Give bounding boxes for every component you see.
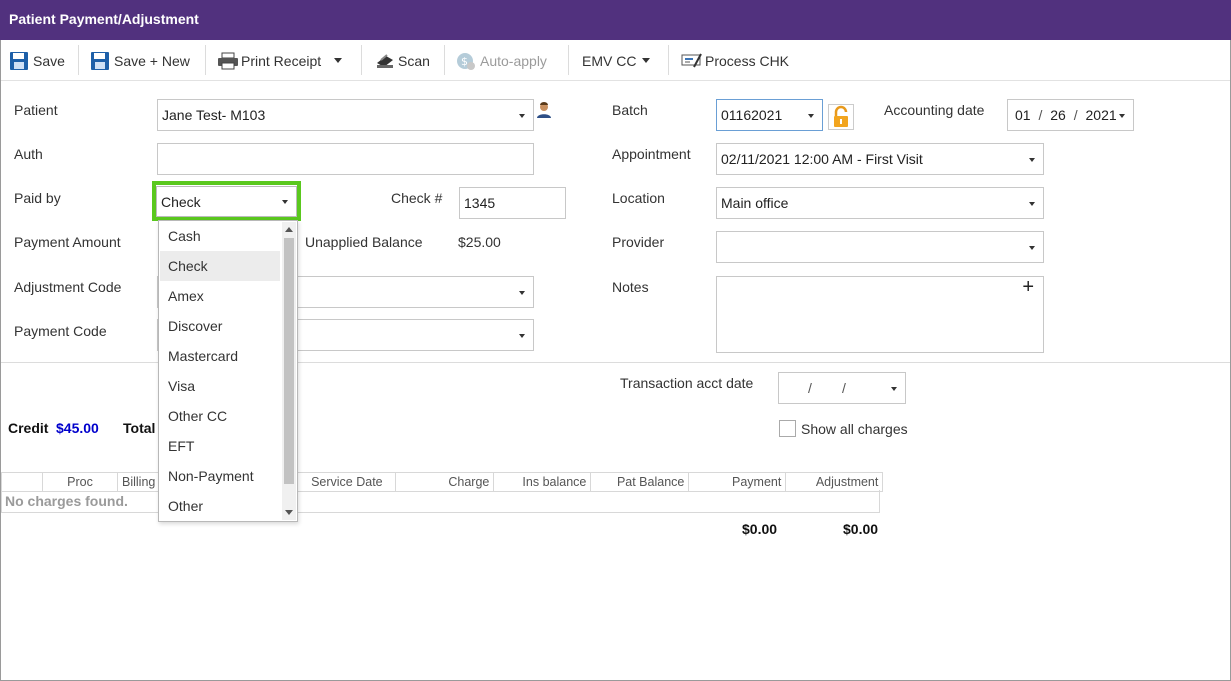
option-eft[interactable]: EFT	[160, 431, 280, 461]
option-non-payment[interactable]: Non-Payment	[160, 461, 280, 491]
column-header[interactable]: Proc	[42, 472, 118, 492]
option-amex[interactable]: Amex	[160, 281, 280, 311]
unapplied-balance-label: Unapplied Balance	[305, 234, 423, 250]
save-icon	[9, 51, 29, 71]
paid-by-label: Paid by	[14, 190, 61, 206]
save-icon	[90, 51, 110, 71]
check-number-input[interactable]: 1345	[459, 187, 566, 219]
person-icon[interactable]	[535, 101, 553, 122]
column-header[interactable]: Pat Balance	[590, 472, 690, 492]
scroll-down-icon[interactable]	[285, 510, 293, 515]
provider-label: Provider	[612, 234, 665, 250]
credit-value: $45.00	[56, 420, 99, 436]
dropdown-scrollbar[interactable]	[282, 222, 296, 520]
option-discover[interactable]: Discover	[160, 311, 280, 341]
chevron-down-icon	[1119, 114, 1125, 118]
column-header[interactable]: Billing	[116, 472, 161, 492]
emv-cc-button[interactable]: EMV CC	[582, 40, 636, 81]
print-options-dropdown[interactable]	[334, 40, 342, 81]
save-button[interactable]: Save	[9, 40, 65, 81]
patient-select[interactable]: Jane Test- M103	[157, 99, 534, 131]
process-check-icon	[681, 51, 702, 71]
paid-by-select[interactable]: Check	[156, 186, 297, 217]
total-label: Total	[123, 420, 156, 436]
option-other[interactable]: Other	[160, 491, 280, 521]
chevron-down-icon	[519, 291, 525, 295]
scroll-up-icon[interactable]	[285, 227, 293, 232]
chevron-down-icon	[1029, 158, 1035, 162]
column-header[interactable]	[1, 472, 43, 492]
location-label: Location	[612, 190, 665, 206]
emv-cc-dropdown[interactable]	[642, 40, 650, 81]
no-charges-message: No charges found.	[1, 490, 880, 513]
option-cash[interactable]: Cash	[160, 221, 280, 251]
provider-select[interactable]	[716, 231, 1044, 263]
chevron-down-icon	[1029, 202, 1035, 206]
accounting-date-label: Accounting date	[884, 102, 985, 118]
process-chk-button[interactable]: Process CHK	[681, 40, 789, 81]
location-select[interactable]: Main office	[716, 187, 1044, 219]
column-header[interactable]: Ins balance	[493, 472, 592, 492]
column-header[interactable]: Payment	[688, 472, 787, 492]
scan-icon	[374, 51, 394, 71]
appointment-select[interactable]: 02/11/2021 12:00 AM - First Visit	[716, 143, 1044, 175]
charges-table: Proc Billing Service Date Charge Ins bal…	[1, 472, 884, 492]
paid-by-dropdown-list: Cash Check Amex Discover Mastercard Visa…	[158, 220, 298, 522]
batch-select[interactable]: 01162021	[716, 99, 823, 131]
option-check[interactable]: Check	[160, 251, 280, 281]
unapplied-balance-value: $25.00	[458, 234, 501, 250]
lock-icon[interactable]	[828, 104, 854, 130]
payment-total: $0.00	[742, 521, 778, 537]
toolbar: Save Save + New Print Receipt Scan $ Aut…	[1, 40, 1230, 81]
show-all-charges-checkbox[interactable]	[779, 420, 796, 437]
chevron-down-icon	[519, 334, 525, 338]
chevron-down-icon	[642, 58, 650, 63]
print-icon	[217, 51, 238, 71]
auto-apply-button[interactable]: $ Auto-apply	[456, 40, 547, 81]
option-visa[interactable]: Visa	[160, 371, 280, 401]
transaction-acct-date-picker[interactable]: / /	[778, 372, 906, 404]
accounting-date-picker[interactable]: 01 / 26 / 2021	[1007, 99, 1134, 131]
check-number-label: Check #	[391, 190, 443, 206]
option-mastercard[interactable]: Mastercard	[160, 341, 280, 371]
show-all-charges-label: Show all charges	[801, 421, 908, 437]
scan-button[interactable]: Scan	[374, 40, 430, 81]
chevron-down-icon	[519, 114, 525, 118]
chevron-down-icon	[808, 114, 814, 118]
patient-label: Patient	[14, 102, 58, 118]
appointment-label: Appointment	[612, 146, 691, 162]
option-other-cc[interactable]: Other CC	[160, 401, 280, 431]
adjustment-total: $0.00	[843, 521, 879, 537]
batch-label: Batch	[612, 102, 648, 118]
auto-apply-icon: $	[456, 51, 476, 71]
scroll-thumb[interactable]	[284, 238, 294, 484]
notes-textarea[interactable]: +	[716, 276, 1044, 353]
column-header[interactable]: Service Date	[297, 472, 397, 492]
chevron-down-icon	[282, 200, 288, 204]
column-header[interactable]: Adjustment	[785, 472, 884, 492]
chevron-down-icon	[334, 58, 342, 63]
svg-text:$: $	[461, 55, 468, 68]
auth-input[interactable]	[157, 143, 534, 175]
chevron-down-icon	[891, 387, 897, 391]
transaction-acct-date-label: Transaction acct date	[620, 375, 754, 391]
window-title: Patient Payment/Adjustment	[0, 0, 1231, 40]
auth-label: Auth	[14, 146, 43, 162]
payment-amount-label: Payment Amount	[14, 234, 121, 250]
adjustment-code-label: Adjustment Code	[14, 279, 122, 295]
plus-icon[interactable]: +	[1022, 272, 1034, 302]
table-header-row: Proc Billing Service Date Charge Ins bal…	[1, 472, 884, 492]
chevron-down-icon	[1029, 246, 1035, 250]
print-receipt-button[interactable]: Print Receipt	[217, 40, 321, 81]
credit-label: Credit	[8, 420, 49, 436]
column-header[interactable]: Charge	[395, 472, 495, 492]
save-new-button[interactable]: Save + New	[90, 40, 190, 81]
payment-code-label: Payment Code	[14, 323, 107, 339]
notes-label: Notes	[612, 279, 649, 295]
